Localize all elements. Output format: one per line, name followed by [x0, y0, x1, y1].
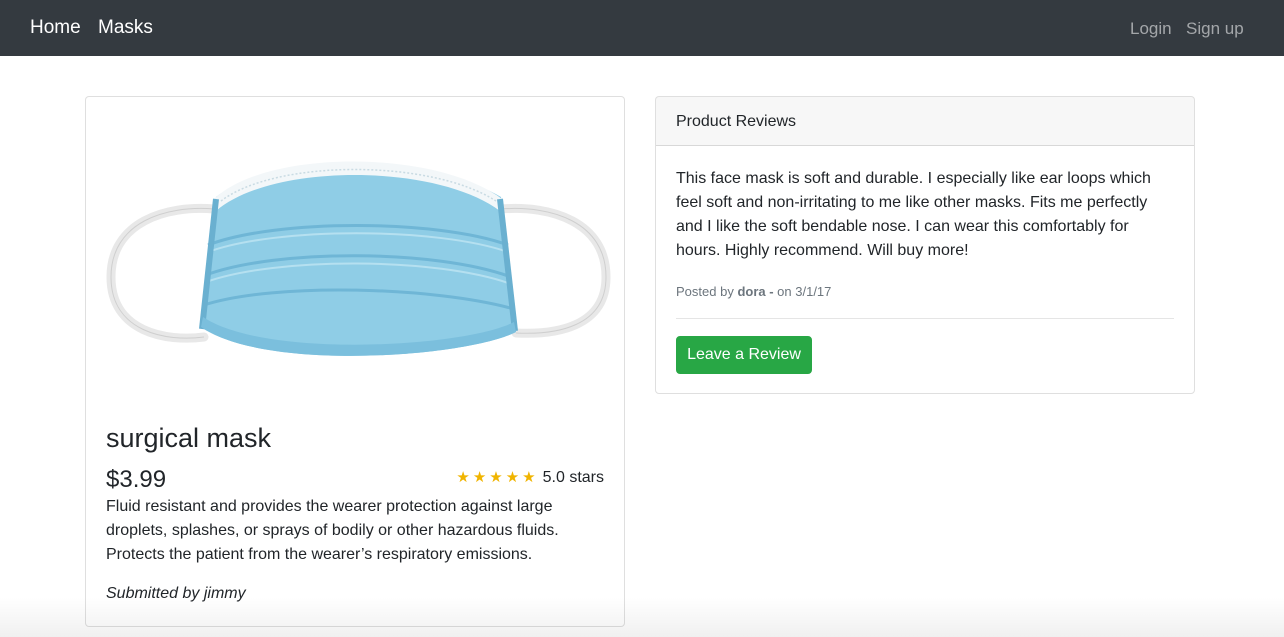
- product-description: Fluid resistant and provides the wearer …: [106, 498, 559, 563]
- nav-masks-link[interactable]: Masks: [98, 17, 153, 39]
- review-posted-prefix: Posted by: [676, 284, 738, 299]
- nav-login-link[interactable]: Login: [1130, 18, 1172, 40]
- review-meta: Posted by dora - on 3/1/17: [676, 284, 831, 300]
- leave-review-button[interactable]: Leave a Review: [676, 336, 812, 374]
- reviews-header: Product Reviews: [656, 97, 1194, 146]
- rating-label: 5.0 stars: [542, 469, 604, 486]
- product-price: $3.99: [106, 466, 167, 493]
- mask-product-image: [106, 161, 611, 356]
- reviews-card: Product Reviews This face mask is soft a…: [655, 96, 1195, 394]
- product-card: surgical mask $3.99 ★★★★★ 5.0 stars Flui…: [85, 96, 625, 627]
- star-rating-icon: ★★★★★: [456, 469, 539, 486]
- review-author: dora -: [737, 284, 774, 299]
- review-text: This face mask is soft and durable. I es…: [676, 170, 1151, 259]
- product-title: surgical mask: [106, 423, 272, 453]
- nav-home-link[interactable]: Home: [30, 17, 81, 39]
- review-date: on 3/1/17: [773, 284, 832, 299]
- nav-signup-link[interactable]: Sign up: [1186, 18, 1244, 40]
- top-navbar: Home Masks Login Sign up: [0, 0, 1284, 56]
- review-divider: [676, 318, 1174, 319]
- product-rating: ★★★★★ 5.0 stars: [456, 468, 604, 488]
- submitted-by: Submitted by jimmy: [106, 585, 246, 602]
